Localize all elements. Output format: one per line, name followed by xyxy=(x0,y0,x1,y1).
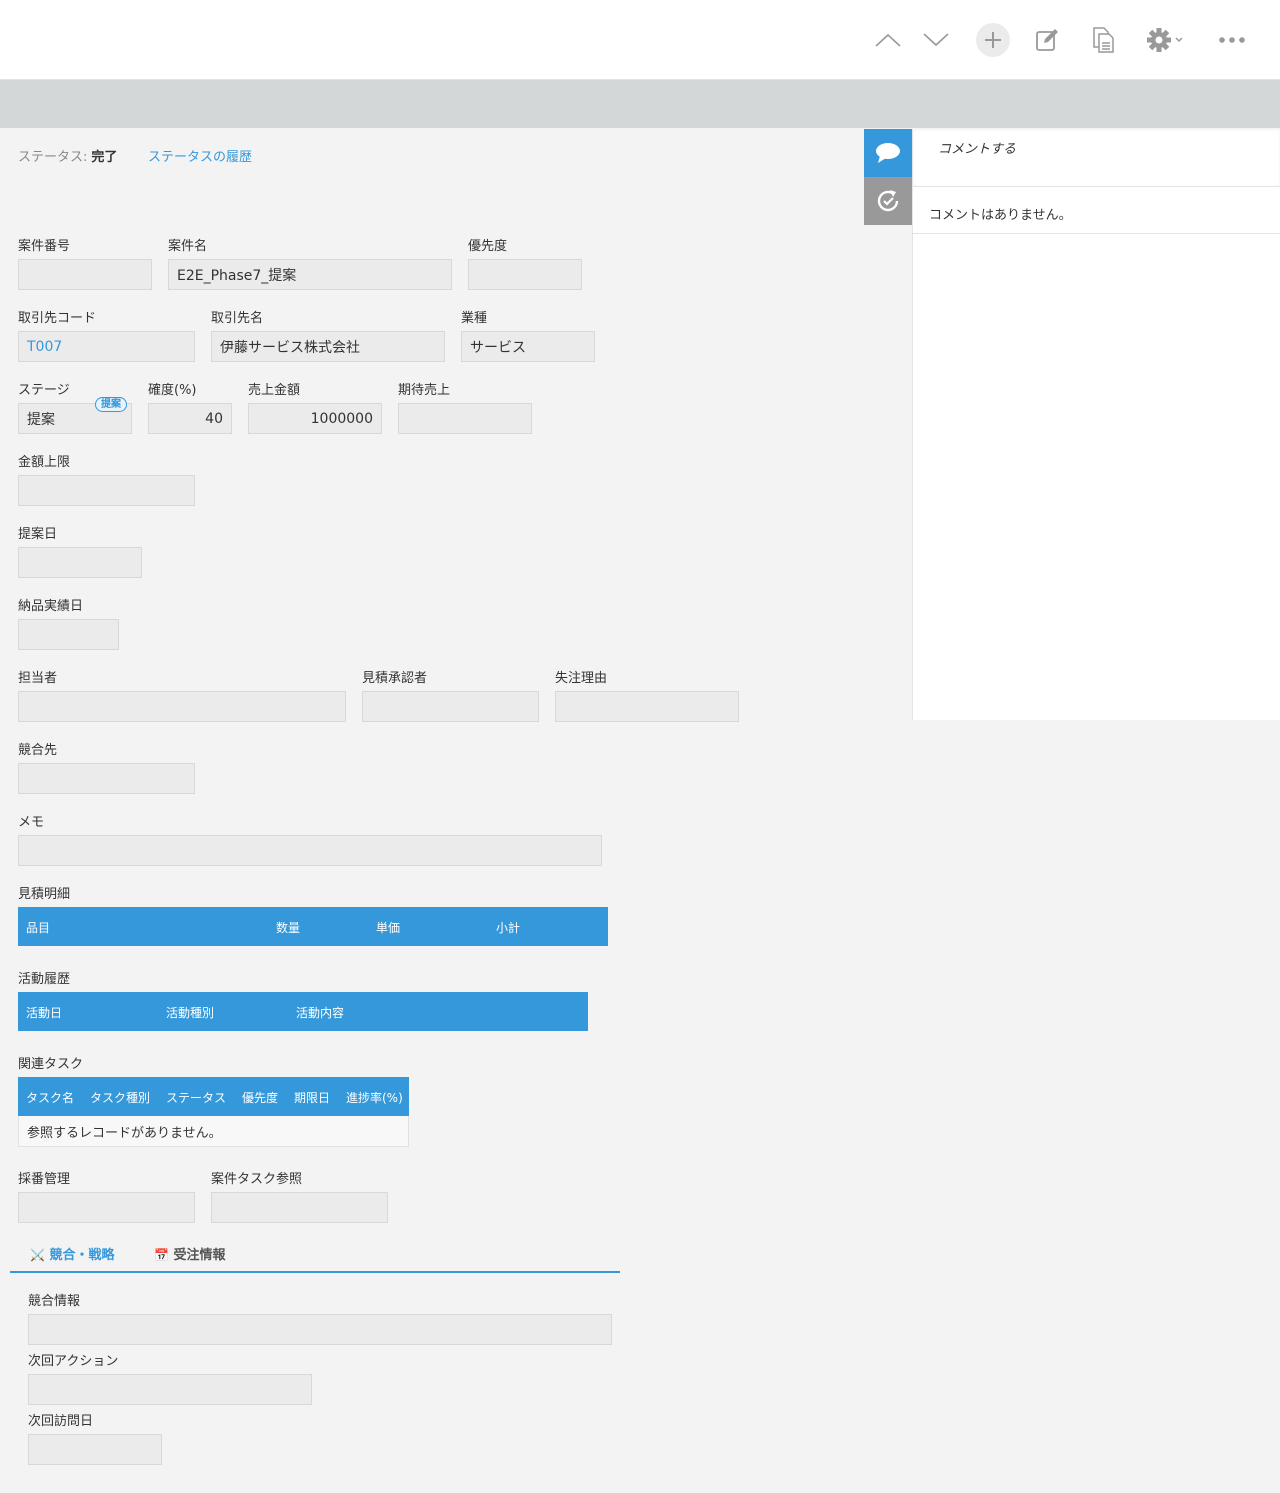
proposal-date-label: 提案日 xyxy=(18,527,58,542)
comment-icon xyxy=(876,143,900,163)
case-name-field: E2E_Phase7_提案 xyxy=(168,259,452,290)
task-table-empty-message: 参照するレコードがありません。 xyxy=(18,1116,409,1147)
competition-info-label: 競合情報 xyxy=(28,1294,81,1309)
header-band xyxy=(0,80,1280,128)
industry-label: 業種 xyxy=(461,311,488,326)
history-icon xyxy=(877,190,899,212)
estimate-approver-label: 見積承認者 xyxy=(362,671,428,686)
column-header: 期限日 xyxy=(294,1091,331,1105)
column-header: タスク名 xyxy=(26,1091,75,1105)
column-header: 単価 xyxy=(376,921,401,935)
column-header: 活動種別 xyxy=(166,1006,215,1020)
amount-limit-label: 金額上限 xyxy=(18,455,71,470)
column-header: ステータス xyxy=(166,1091,227,1105)
competitor-label: 競合先 xyxy=(18,743,58,758)
calendar-icon: 📅 xyxy=(154,1248,169,1262)
tab-competition-strategy[interactable]: ⚔️ 競合・戦略 xyxy=(30,1244,115,1263)
more-icon[interactable] xyxy=(1212,20,1252,60)
estimate-approver-field xyxy=(362,691,539,722)
estimate-table-title: 見積明細 xyxy=(18,887,71,902)
assignee-label: 担当者 xyxy=(18,671,58,686)
task-table-header: タスク名 タスク種別 ステータス 優先度 期限日 進捗率(%) xyxy=(18,1077,409,1116)
delivery-date-field xyxy=(18,619,119,650)
memo-field xyxy=(18,835,602,866)
status-line: ステータス: 完了 xyxy=(18,146,117,165)
chevron-up-icon[interactable] xyxy=(868,20,908,60)
comment-empty-row: コメントはありません。 xyxy=(913,188,1280,234)
client-name-field: 伊藤サービス株式会社 xyxy=(211,331,445,362)
tab-order-info[interactable]: 📅 受注情報 xyxy=(154,1244,226,1263)
industry-field: サービス xyxy=(461,331,595,362)
priority-field xyxy=(468,259,582,290)
stage-badge: 提案 xyxy=(95,397,127,412)
client-code-label: 取引先コード xyxy=(18,311,97,326)
next-action-field xyxy=(28,1374,312,1405)
case-name-label: 案件名 xyxy=(168,239,208,254)
case-task-ref-label: 案件タスク参照 xyxy=(211,1172,303,1187)
comment-empty-message: コメントはありません。 xyxy=(929,208,1072,223)
case-number-label: 案件番号 xyxy=(18,239,71,254)
chevron-down-icon[interactable] xyxy=(916,20,956,60)
amount-limit-field xyxy=(18,475,195,506)
priority-label: 優先度 xyxy=(468,239,508,254)
probability-field: 40 xyxy=(148,403,232,434)
duplicate-icon[interactable] xyxy=(1083,20,1123,60)
estimate-table-header: 品目 数量 単価 小計 xyxy=(18,907,608,946)
activity-table-title: 活動履歴 xyxy=(18,972,71,987)
competitor-field xyxy=(18,763,195,794)
column-header: 数量 xyxy=(276,921,301,935)
activity-table-header: 活動日 活動種別 活動内容 xyxy=(18,992,588,1031)
column-header: 優先度 xyxy=(242,1091,279,1105)
column-header: 活動日 xyxy=(26,1006,63,1020)
probability-label: 確度(%) xyxy=(148,383,197,398)
client-code-link[interactable]: T007 xyxy=(18,331,195,362)
comment-panel: コメントする コメントはありません。 xyxy=(912,129,1280,720)
next-action-label: 次回アクション xyxy=(28,1354,119,1369)
column-header: 品目 xyxy=(26,921,51,935)
edit-icon[interactable] xyxy=(1027,20,1067,60)
tab-label: 競合・戦略 xyxy=(49,1248,115,1263)
memo-label: メモ xyxy=(18,815,45,830)
column-header: タスク種別 xyxy=(90,1091,151,1105)
status-history-link[interactable]: ステータスの履歴 xyxy=(148,146,252,165)
plus-icon[interactable] xyxy=(976,23,1010,57)
comment-input[interactable]: コメントする xyxy=(913,129,1280,187)
task-table-title: 関連タスク xyxy=(18,1057,84,1072)
record-toolbar xyxy=(0,0,1280,80)
status-value: 完了 xyxy=(91,150,118,165)
numbering-label: 採番管理 xyxy=(18,1172,71,1187)
history-panel-button[interactable] xyxy=(864,177,912,225)
section-tabs: ⚔️ 競合・戦略 📅 受注情報 xyxy=(10,1238,620,1273)
next-visit-date-label: 次回訪問日 xyxy=(28,1414,94,1429)
loss-reason-field xyxy=(555,691,739,722)
gear-icon[interactable] xyxy=(1140,20,1192,60)
column-header: 進捗率(%) xyxy=(346,1091,403,1105)
comment-panel-button[interactable] xyxy=(864,129,912,177)
sales-amount-label: 売上金額 xyxy=(248,383,301,398)
delivery-date-label: 納品実績日 xyxy=(18,599,84,614)
stage-label: ステージ xyxy=(18,383,70,398)
expected-sales-field xyxy=(398,403,532,434)
column-header: 活動内容 xyxy=(296,1006,345,1020)
column-header: 小計 xyxy=(496,921,521,935)
loss-reason-label: 失注理由 xyxy=(555,671,608,686)
proposal-date-field xyxy=(18,547,142,578)
status-label: ステータス: xyxy=(18,150,88,165)
case-task-ref-field xyxy=(211,1192,388,1223)
tab-label: 受注情報 xyxy=(173,1248,226,1263)
next-visit-date-field xyxy=(28,1434,162,1465)
client-name-label: 取引先名 xyxy=(211,311,264,326)
numbering-field xyxy=(18,1192,195,1223)
assignee-field xyxy=(18,691,346,722)
swords-icon: ⚔️ xyxy=(30,1248,45,1262)
competition-info-field xyxy=(28,1314,612,1345)
sales-amount-field: 1000000 xyxy=(248,403,382,434)
expected-sales-label: 期待売上 xyxy=(398,383,451,398)
comment-input-placeholder: コメントする xyxy=(938,142,1017,157)
case-number-field xyxy=(18,259,152,290)
